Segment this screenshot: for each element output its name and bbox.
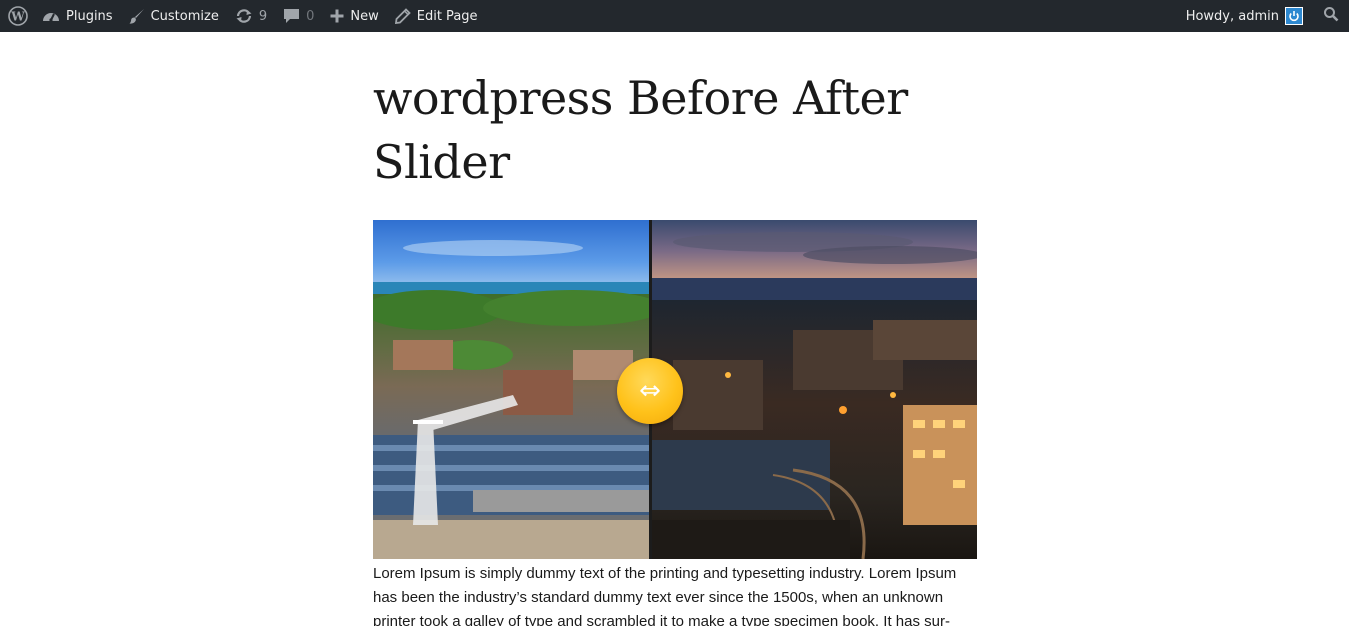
customize-menu-item[interactable]: Customize	[121, 0, 227, 32]
new-label: New	[350, 8, 379, 24]
comment-bubble-icon	[283, 8, 300, 24]
howdy-label: Howdy, admin	[1185, 8, 1279, 24]
wordpress-logo-icon[interactable]: W	[2, 0, 34, 32]
comments-count: 0	[306, 8, 315, 24]
slider-drag-handle[interactable]: ⇔	[617, 358, 683, 424]
page-title: wordpress Before After Slider	[373, 71, 908, 189]
updates-count: 9	[258, 8, 268, 24]
admin-bar-left: W Plugins Customize 9 0 New Edit Page	[0, 0, 486, 32]
plus-icon	[330, 9, 344, 23]
body-paragraph: Lorem Ipsum is simply dummy text of the …	[373, 565, 957, 626]
paintbrush-icon	[129, 8, 145, 24]
svg-text:W: W	[10, 10, 25, 24]
edit-page-menu-item[interactable]: Edit Page	[387, 0, 486, 32]
comments-menu-item[interactable]: 0	[275, 0, 322, 32]
plugins-menu-item[interactable]: Plugins	[34, 0, 121, 32]
left-right-arrow-icon: ⇔	[639, 376, 661, 406]
before-after-slider[interactable]: ⇔	[373, 220, 977, 559]
search-icon	[1323, 6, 1339, 26]
pencil-icon	[394, 8, 411, 24]
update-arrows-icon	[235, 8, 253, 24]
dashboard-gauge-icon	[42, 8, 60, 24]
admin-bar-search[interactable]	[1309, 0, 1349, 32]
new-content-menu-item[interactable]: New	[322, 0, 386, 32]
power-icon	[1289, 11, 1299, 22]
avatar	[1285, 7, 1303, 25]
edit-page-label: Edit Page	[416, 8, 478, 24]
my-account-menu-item[interactable]: Howdy, admin	[1178, 0, 1309, 32]
updates-menu-item[interactable]: 9	[227, 0, 275, 32]
admin-bar: W Plugins Customize 9 0 New Edit Page Ho…	[0, 0, 1349, 32]
plugins-label: Plugins	[66, 8, 113, 24]
customize-label: Customize	[150, 8, 219, 24]
admin-bar-right: Howdy, admin	[1178, 0, 1349, 32]
